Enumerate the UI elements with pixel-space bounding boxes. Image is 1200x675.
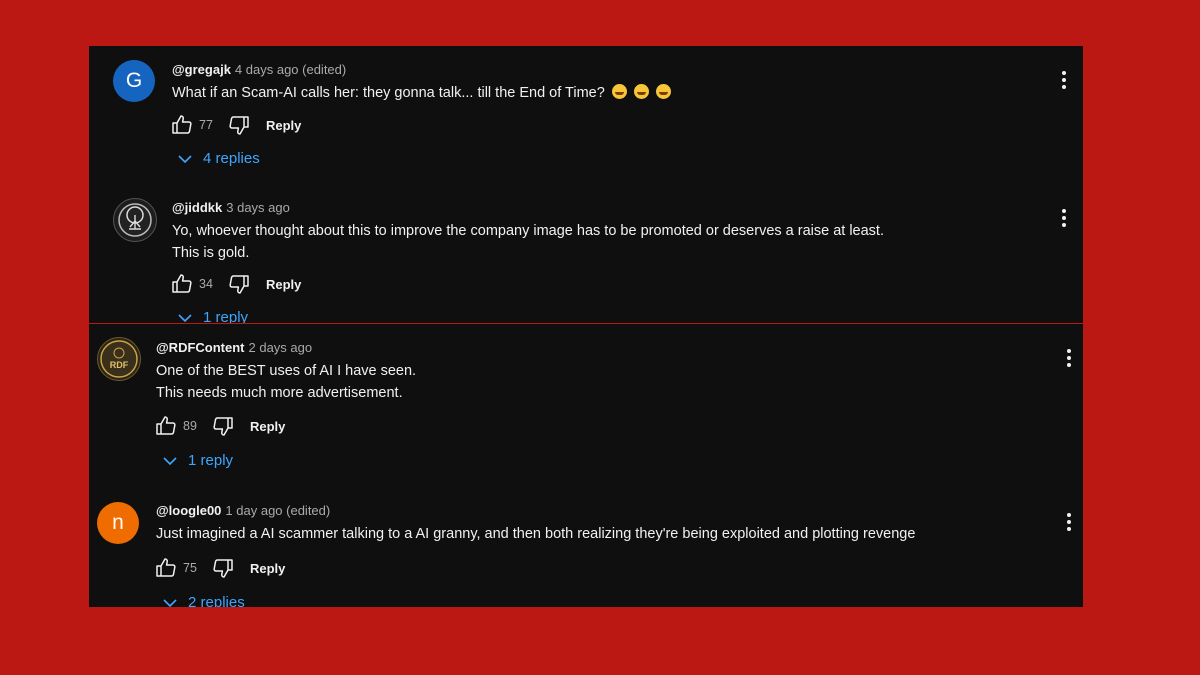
like-icon[interactable] — [170, 272, 194, 296]
comment-text: One of the BEST uses of AI I have seen. … — [156, 360, 1036, 404]
comment-text: What if an Scam-AI calls her: they gonna… — [172, 82, 1052, 104]
view-replies-button[interactable]: 2 replies — [162, 594, 245, 607]
tree-icon — [118, 203, 152, 237]
chevron-down-icon — [178, 313, 192, 322]
comment-meta: @loogle00 1 day ago (edited) — [156, 503, 330, 518]
comment-time[interactable]: 3 days ago — [226, 200, 290, 215]
reply-button[interactable]: Reply — [266, 277, 301, 292]
like-count: 89 — [183, 419, 197, 433]
avatar[interactable]: RDF — [97, 337, 141, 381]
comment-item: n @loogle00 1 day ago (edited) Just imagi… — [89, 490, 1083, 607]
like-icon[interactable] — [170, 113, 194, 137]
like-icon[interactable] — [154, 414, 178, 438]
avatar-letter: G — [125, 69, 143, 92]
comment-line: What if an Scam-AI calls her: they gonna… — [172, 85, 605, 101]
comment-item: @jiddkk 3 days ago Yo, whoever thought ab… — [89, 196, 1083, 323]
comments-panel-top: G @gregajk 4 days ago (edited) What if an… — [89, 46, 1083, 323]
view-replies-button[interactable]: 1 reply — [162, 452, 233, 469]
svg-text:RDF: RDF — [110, 360, 129, 370]
replies-count: 4 replies — [203, 150, 260, 167]
grinning-sweat-face-icon — [655, 84, 671, 99]
chevron-down-icon — [163, 456, 177, 465]
avatar-letter: n — [112, 511, 124, 534]
comment-item: RDF @RDFContent 2 days ago One of the BES… — [89, 324, 1083, 484]
comment-actions: 77 Reply — [170, 113, 301, 137]
comment-line: This needs much more advertisement. — [156, 385, 403, 401]
like-icon[interactable] — [154, 556, 178, 580]
like-count: 77 — [199, 118, 213, 132]
dislike-icon[interactable] — [227, 272, 251, 296]
comment-actions: 89 Reply — [154, 414, 285, 438]
replies-count: 2 replies — [188, 594, 245, 607]
comment-text: Just imagined a AI scammer talking to a … — [156, 523, 1036, 545]
comment-line: This is gold. — [172, 245, 250, 261]
comment-actions: 75 Reply — [154, 556, 285, 580]
comment-meta: @jiddkk 3 days ago — [172, 200, 290, 215]
reply-button[interactable]: Reply — [250, 561, 285, 576]
more-actions-icon[interactable] — [1054, 206, 1074, 230]
dislike-icon[interactable] — [227, 113, 251, 137]
more-actions-icon[interactable] — [1054, 68, 1074, 92]
view-replies-button[interactable]: 4 replies — [177, 150, 260, 167]
comment-line: Yo, whoever thought about this to improv… — [172, 223, 884, 239]
comment-time[interactable]: 1 day ago (edited) — [225, 503, 330, 518]
chevron-down-icon — [163, 598, 177, 607]
replies-count: 1 reply — [188, 452, 234, 469]
comment-meta: @gregajk 4 days ago (edited) — [172, 62, 346, 77]
reply-button[interactable]: Reply — [250, 419, 285, 434]
more-actions-icon[interactable] — [1059, 346, 1079, 370]
rdf-logo-icon: RDF — [100, 340, 138, 378]
comment-line: One of the BEST uses of AI I have seen. — [156, 363, 417, 379]
grinning-squinting-face-icon — [633, 84, 649, 99]
comment-text: Yo, whoever thought about this to improv… — [172, 220, 1052, 264]
comment-author[interactable]: @gregajk — [172, 62, 231, 77]
comment-actions: 34 Reply — [170, 272, 301, 296]
comment-author[interactable]: @jiddkk — [172, 200, 222, 215]
like-count: 34 — [199, 277, 213, 291]
dislike-icon[interactable] — [211, 556, 235, 580]
comment-item: G @gregajk 4 days ago (edited) What if an… — [89, 46, 1083, 206]
chevron-down-icon — [178, 154, 192, 163]
grinning-squinting-face-icon — [611, 84, 627, 99]
tree-of-life-icon[interactable] — [113, 198, 157, 242]
comment-author[interactable]: @RDFContent — [156, 340, 245, 355]
view-replies-button[interactable]: 1 reply — [177, 309, 248, 323]
comment-author[interactable]: @loogle00 — [156, 503, 221, 518]
avatar[interactable]: n — [97, 502, 139, 544]
comment-time[interactable]: 4 days ago (edited) — [235, 62, 346, 77]
comment-line: Just imagined a AI scammer talking to a … — [156, 526, 916, 542]
dislike-icon[interactable] — [211, 414, 235, 438]
avatar[interactable]: G — [113, 60, 155, 102]
more-actions-icon[interactable] — [1059, 510, 1079, 534]
comments-panel-bottom: RDF @RDFContent 2 days ago One of the BES… — [89, 324, 1083, 607]
comment-time[interactable]: 2 days ago — [249, 340, 313, 355]
replies-count: 1 reply — [203, 309, 249, 323]
reply-button[interactable]: Reply — [266, 118, 301, 133]
like-count: 75 — [183, 561, 197, 575]
comment-meta: @RDFContent 2 days ago — [156, 340, 312, 355]
